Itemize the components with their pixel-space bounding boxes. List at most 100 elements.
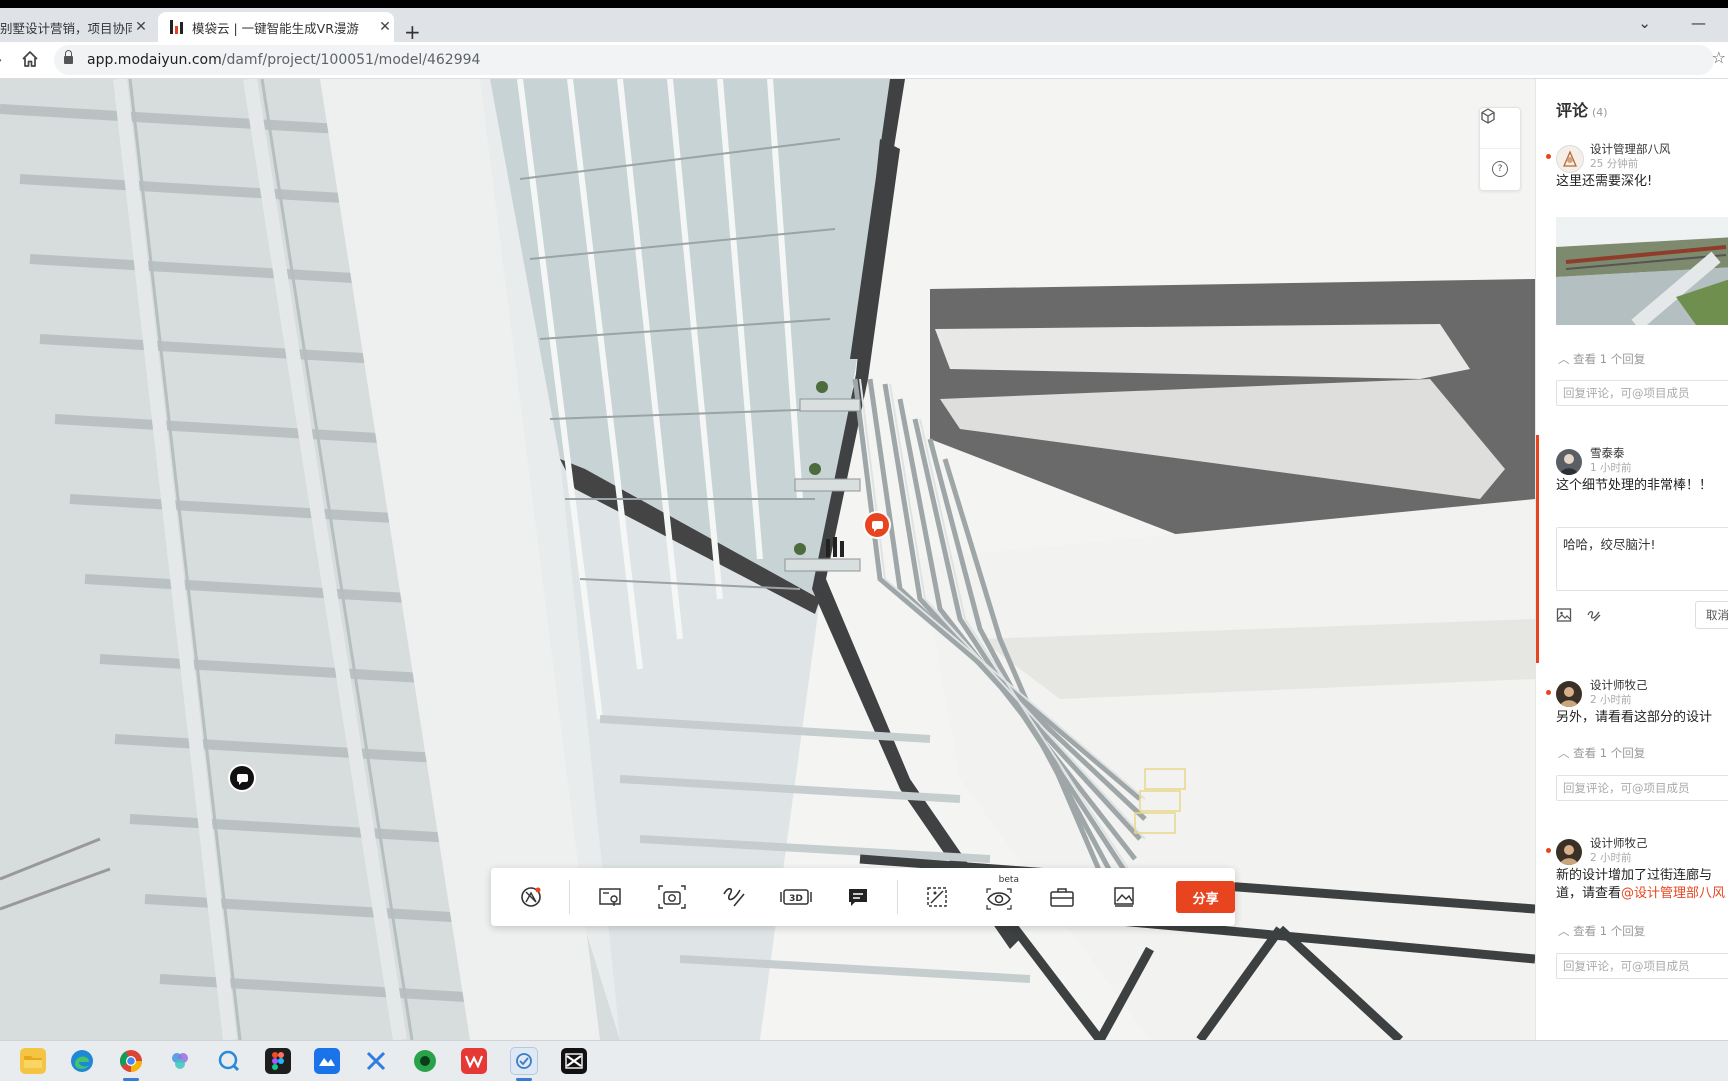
- toolbox-icon: [1049, 888, 1074, 907]
- reply-editor[interactable]: 哈哈，绞尽脑汁!: [1556, 527, 1728, 591]
- wps-icon[interactable]: [461, 1048, 487, 1074]
- comment-item-active[interactable]: 雪泰泰 1 小时前 这个细节处理的非常棒！！ 哈哈，绞尽脑汁! 取消: [1536, 435, 1728, 663]
- mention-link[interactable]: @设计管理部八风: [1621, 886, 1725, 901]
- comment-item[interactable]: 设计师牧己 2 小时前 另外，请看看这部分的设计 ︿ 查看 1 个回复 回复评论…: [1536, 673, 1728, 823]
- gallery-icon: [1113, 887, 1134, 907]
- chrome-icon[interactable]: [118, 1048, 144, 1081]
- comment-item[interactable]: 设计管理部八风 25 分钟前 这里还需要深化! ︿ 查看 1 个回复 回复评论，…: [1536, 137, 1728, 427]
- vr-view-button[interactable]: beta: [978, 875, 1021, 917]
- url-field[interactable]: app.modaiyun.com/damf/project/100051/mod…: [54, 45, 1714, 75]
- feedback-icon[interactable]: [216, 1048, 242, 1074]
- view-replies-label: 查看 1 个回复: [1573, 352, 1646, 366]
- screenshot-button[interactable]: [650, 877, 693, 917]
- view-replies-link[interactable]: ︿ 查看 1 个回复: [1558, 923, 1645, 939]
- cube-view-button[interactable]: [1480, 108, 1520, 148]
- url-path: /damf/project/100051/model/462994: [221, 52, 481, 68]
- map-pin-button[interactable]: [588, 877, 631, 917]
- image-upload-icon[interactable]: [1556, 607, 1572, 623]
- cube-view-icon: [1481, 108, 1495, 124]
- comment-author[interactable]: 设计管理部八风: [1590, 141, 1671, 157]
- comment-marker-orange[interactable]: [865, 513, 889, 537]
- avatar[interactable]: [1556, 839, 1582, 865]
- comment-text-line-2-body: 道，请查看: [1556, 886, 1622, 901]
- url-text: app.modaiyun.com/damf/project/100051/mod…: [87, 52, 480, 68]
- section-icon: [927, 887, 948, 907]
- tab-villa-design[interactable]: 别墅设计营销，项目协同 ✕: [0, 12, 150, 42]
- green-app-icon[interactable]: [412, 1048, 438, 1074]
- reply-input[interactable]: 回复评论，可@项目成员: [1556, 775, 1728, 801]
- avatar[interactable]: [1556, 145, 1584, 173]
- viewport-side-tools: ?: [1479, 107, 1521, 191]
- comment-marker-dark[interactable]: [230, 766, 254, 790]
- 3d-view-button[interactable]: 3D: [774, 877, 817, 917]
- close-tab-icon[interactable]: ✕: [132, 19, 150, 35]
- reply-input[interactable]: 回复评论，可@项目成员: [1556, 380, 1728, 406]
- 3d-label: 3D: [789, 894, 803, 904]
- os-taskbar: [0, 1040, 1728, 1081]
- minimize-window-icon[interactable]: —: [1691, 14, 1706, 32]
- comment-author[interactable]: 设计师牧己: [1590, 677, 1648, 693]
- markup-tool-icon[interactable]: [1586, 607, 1602, 623]
- comment-time: 2 小时前: [1590, 852, 1632, 864]
- tab-search-chevron-icon[interactable]: ⌄: [1638, 14, 1651, 32]
- view-replies-link[interactable]: ︿ 查看 1 个回复: [1558, 745, 1645, 761]
- browser-tab-bar: 别墅设计营销，项目协同 ✕ 模袋云 | 一键智能生成VR漫游 ✕ + ⌄ —: [0, 8, 1728, 44]
- beta-label: beta: [998, 875, 1019, 885]
- comment-text: 这里还需要深化!: [1556, 174, 1653, 189]
- capcut-icon[interactable]: [561, 1048, 587, 1074]
- cancel-reply-button[interactable]: 取消: [1695, 601, 1728, 629]
- toolbar-divider: [569, 880, 571, 914]
- comments-panel: 评论 (4) 设计管理部八风 25 分钟前 这里还需要深化! ︿ 查看 1 个回复…: [1535, 79, 1728, 1040]
- view-replies-link[interactable]: ︿ 查看 1 个回复: [1558, 351, 1645, 367]
- bookmark-star-icon[interactable]: ☆: [1712, 48, 1726, 67]
- tab-title: 别墅设计营销，项目协同: [0, 20, 132, 36]
- toolbox-button[interactable]: [1040, 877, 1083, 917]
- modaiyun-favicon-icon: [170, 20, 184, 34]
- help-button[interactable]: ?: [1480, 148, 1520, 189]
- 3d-view-icon: 3D: [780, 889, 812, 905]
- photos-icon[interactable]: [167, 1048, 193, 1074]
- comment-time: 2 小时前: [1590, 694, 1632, 706]
- panorama-icon: [520, 887, 541, 907]
- edge-icon[interactable]: [69, 1048, 95, 1074]
- unread-dot: [1546, 690, 1551, 695]
- comment-author[interactable]: 雪泰泰: [1590, 445, 1625, 461]
- avatar[interactable]: [1556, 681, 1582, 707]
- close-tab-icon[interactable]: ✕: [376, 19, 394, 35]
- tab-title: 模袋云 | 一键智能生成VR漫游: [192, 20, 359, 36]
- view-replies-label: 查看 1 个回复: [1573, 924, 1646, 938]
- figma-icon[interactable]: [265, 1048, 291, 1074]
- measure-icon: [723, 887, 745, 907]
- comment-screenshot-thumbnail[interactable]: [1556, 217, 1728, 325]
- comment-icon: [849, 889, 868, 906]
- mail-icon[interactable]: [314, 1048, 340, 1074]
- file-explorer-icon[interactable]: [20, 1048, 46, 1074]
- reply-input[interactable]: 回复评论，可@项目成员: [1556, 953, 1728, 979]
- reply-tools: [1556, 607, 1602, 623]
- lock-icon[interactable]: [64, 50, 73, 65]
- comment-button[interactable]: [837, 877, 880, 917]
- panorama-button[interactable]: [509, 877, 552, 917]
- screenshot-icon: [658, 885, 686, 909]
- comment-text-line-1: 新的设计增加了过街连廊与: [1556, 868, 1713, 883]
- comment-text-line-2: 道，请查看@设计管理部八风: [1556, 885, 1725, 903]
- comment-author[interactable]: 设计师牧己: [1590, 835, 1648, 851]
- comment-text: 这个细节处理的非常棒！！: [1556, 478, 1713, 493]
- tab-modaiyun[interactable]: 模袋云 | 一键智能生成VR漫游 ✕: [158, 12, 394, 42]
- comment-time: 1 小时前: [1590, 462, 1632, 474]
- x-app-icon[interactable]: [363, 1048, 389, 1074]
- avatar[interactable]: [1556, 449, 1582, 475]
- toolbar-divider: [896, 880, 898, 914]
- new-tab-button[interactable]: +: [404, 20, 421, 44]
- home-icon[interactable]: [20, 49, 40, 69]
- share-button[interactable]: 分享: [1176, 881, 1236, 913]
- modaiyun-icon[interactable]: [510, 1047, 538, 1081]
- measure-button[interactable]: [712, 877, 755, 917]
- comments-count: (4): [1592, 106, 1608, 119]
- panel-title: 评论 (4): [1556, 97, 1608, 121]
- comment-bubble-icon: [236, 774, 248, 785]
- forward-icon[interactable]: ›: [0, 50, 2, 69]
- section-button[interactable]: [916, 877, 959, 917]
- comment-item[interactable]: 设计师牧己 2 小时前 新的设计增加了过街连廊与 道，请查看@设计管理部八风 ︿…: [1536, 831, 1728, 1011]
- gallery-button[interactable]: [1102, 877, 1145, 917]
